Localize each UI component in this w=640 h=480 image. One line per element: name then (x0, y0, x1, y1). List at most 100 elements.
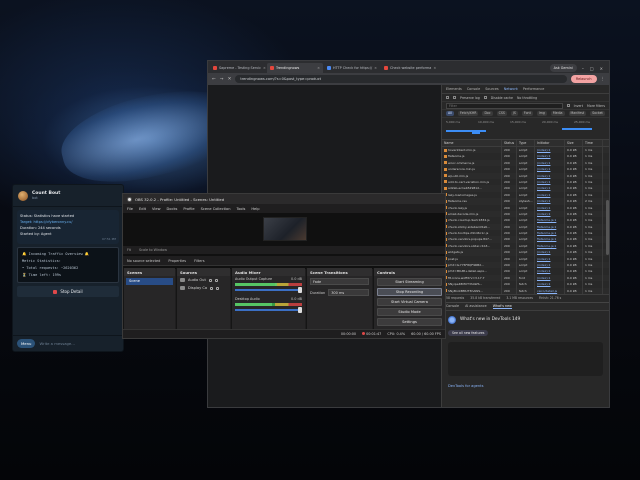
transition-select[interactable]: Fade (310, 278, 369, 285)
filter-chip-manifest[interactable]: Manifest (568, 111, 587, 116)
invert-label: Invert (573, 103, 583, 108)
fps-readout: 60.00 / 60.00 FPS (411, 332, 441, 336)
stream-time: 00:00:00 (340, 332, 357, 336)
scene-item[interactable]: Scene (126, 278, 173, 285)
network-overview-timeline[interactable]: 5,000 ms 10,000 ms 15,000 ms 20,000 ms 25,00… (442, 118, 609, 140)
studio-mode-button[interactable]: Studio Mode (377, 308, 442, 316)
tab-elements[interactable]: Elements (446, 87, 462, 91)
menu-edit[interactable]: Edit (139, 207, 146, 211)
drawer-tab-ai-assistance[interactable]: AI assistance (465, 304, 487, 308)
start-virtual-camera-button[interactable]: Start Virtual Camera (377, 298, 442, 306)
ask-gemini-button[interactable]: Ask Gemini (549, 64, 577, 72)
obs-title: OBS 32.0.2 - Profile: Untitled - Scenes:… (135, 196, 225, 202)
tab-trendingnows[interactable]: Trendingnows × (267, 63, 323, 73)
menu-docks[interactable]: Docks (167, 207, 178, 211)
stop-recording-button[interactable]: Stop Recording (377, 288, 442, 296)
relaunch-button[interactable]: Relaunch (570, 75, 597, 83)
menu-view[interactable]: View (152, 207, 161, 211)
preserve-log-checkbox[interactable] (453, 96, 456, 99)
menu-file[interactable]: File (127, 207, 133, 211)
throttling-select[interactable]: No throttling (517, 96, 537, 100)
filter-chip-doc[interactable]: Doc (482, 111, 493, 116)
source-item[interactable]: Display Ca (177, 284, 230, 292)
filters-button[interactable]: Filters (194, 259, 205, 263)
file-type-icon (444, 186, 447, 190)
filter-chip-img[interactable]: Img (536, 111, 547, 116)
back-icon[interactable]: ← (212, 77, 216, 82)
menu-scene-collection[interactable]: Scene Collection (201, 207, 231, 211)
tab-sapreme[interactable]: Sapreme - Testing Servic × (210, 63, 266, 73)
filter-chip-socket[interactable]: Socket (590, 111, 605, 116)
reload-icon[interactable]: ✕ (228, 77, 232, 82)
tab-console[interactable]: Console (467, 87, 480, 91)
filter-chip-font[interactable]: Font (521, 111, 533, 116)
tab-sources[interactable]: Sources (485, 87, 498, 91)
col-time[interactable]: Time (583, 140, 603, 146)
request-initiator[interactable]: cairo/detail.js (535, 287, 565, 294)
properties-button[interactable]: Properties (168, 259, 186, 263)
start-streaming-button[interactable]: Start Streaming (377, 278, 442, 286)
tab-http-check[interactable]: HTTP Check for https://× (324, 63, 380, 73)
col-name[interactable]: Name (442, 140, 502, 146)
feature-video-card[interactable] (448, 341, 603, 376)
message-input[interactable]: Write a message... (39, 341, 74, 346)
fit-label[interactable]: Fit (127, 248, 131, 252)
finish-time: Finish: 21.76 s (538, 296, 562, 301)
minimize-icon[interactable]: – (582, 66, 584, 71)
maximize-icon[interactable]: □ (590, 66, 594, 71)
devtools-for-agents-link[interactable]: DevTools for agents (448, 384, 603, 388)
slider-knob[interactable] (298, 307, 302, 313)
close-icon[interactable]: × (317, 66, 320, 70)
disable-cache-checkbox[interactable] (483, 96, 487, 99)
eye-icon[interactable] (208, 278, 212, 282)
source-item[interactable]: Audio Out (177, 276, 230, 284)
filter-chip-all[interactable]: All (446, 111, 454, 116)
scale-label[interactable]: Scale to Window (139, 248, 167, 252)
address-bar[interactable]: trendingnows.com/?s=0&post_type=product (235, 75, 567, 83)
drawer-tab-whats-new[interactable]: What's new (492, 304, 512, 309)
close-icon[interactable]: × (433, 66, 436, 70)
lock-icon[interactable] (216, 286, 220, 290)
slider-knob[interactable] (298, 287, 302, 293)
more-icon[interactable]: ⋮ (601, 77, 606, 82)
filter-chip-js[interactable]: JS (510, 111, 518, 116)
menu-button[interactable]: Menu (17, 339, 36, 348)
record-icon[interactable] (446, 96, 449, 99)
forward-icon[interactable]: → (220, 77, 224, 82)
volume-slider[interactable] (235, 287, 302, 293)
tab-network[interactable]: Network (504, 87, 518, 91)
network-scrollbar[interactable] (606, 200, 609, 255)
close-icon[interactable]: × (263, 66, 266, 70)
col-initiator[interactable]: Initiator (535, 140, 565, 146)
tab-check-performance[interactable]: Check website performa × (381, 63, 437, 73)
duration-input[interactable]: 300 ms (328, 289, 369, 296)
network-request-row[interactable]: SNyBnrkBMUT3hAWS... 200 fetch cairo/detail.… (442, 287, 609, 294)
filter-chip-media[interactable]: Media (550, 111, 565, 116)
menu-help[interactable]: Help (251, 207, 259, 211)
settings-button[interactable]: Settings (377, 318, 442, 326)
menu-tools[interactable]: Tools (236, 207, 245, 211)
col-type[interactable]: Type (517, 140, 535, 146)
col-size[interactable]: Size (565, 140, 583, 146)
menu-profile[interactable]: Profile (183, 207, 194, 211)
eye-icon[interactable] (210, 286, 214, 290)
close-window-icon[interactable]: × (600, 66, 603, 71)
invert-checkbox[interactable] (566, 104, 570, 107)
target-link[interactable]: Target: https://cfyberonny.cu/ (20, 220, 73, 224)
network-table-body: hoverIntent.min.js 200 script (index):1 0.0 … (442, 147, 609, 294)
more-filters-dropdown[interactable]: More filters (587, 104, 605, 108)
source-toolbar: No source selected Properties Filters (123, 256, 445, 266)
tab-performance[interactable]: Performance (523, 87, 545, 91)
filter-input[interactable]: Filter (446, 102, 563, 109)
col-status[interactable]: Status (502, 140, 517, 146)
volume-slider[interactable] (235, 307, 302, 313)
close-icon[interactable]: × (374, 66, 377, 70)
filter-chip-css[interactable]: CSS (496, 111, 507, 116)
chat-header: Count Bout bot (13, 185, 123, 207)
drawer-tab-console[interactable]: Console (446, 304, 459, 308)
stop-detail-button[interactable]: Stop Detail (17, 286, 119, 297)
filter-chip-fetch-xhr[interactable]: Fetch/XHR (457, 111, 479, 116)
lock-icon[interactable] (214, 278, 218, 282)
bot-avatar[interactable] (18, 190, 28, 201)
see-all-features-button[interactable]: See all new features (448, 329, 489, 336)
